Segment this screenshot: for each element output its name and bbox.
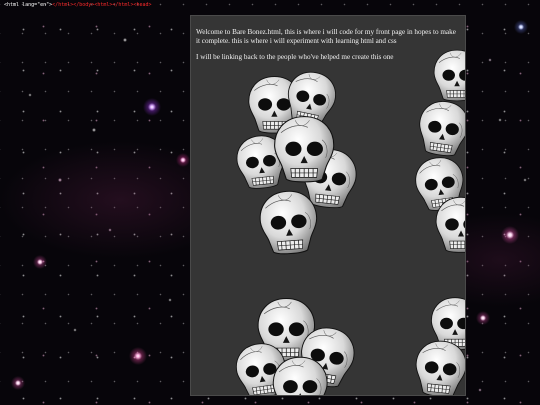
intro-text: Welcome to Bare Bonez.html, this is wher… (196, 28, 458, 69)
content-panel: Welcome to Bare Bonez.html, this is wher… (190, 15, 466, 396)
top-code-line: <html lang="en"></html></body><html></ht… (4, 2, 152, 9)
html-tags-text: </html></body><html></html><head> (52, 2, 152, 8)
intro-paragraph-welcome: Welcome to Bare Bonez.html, this is wher… (196, 28, 456, 45)
html-lang-text: <html lang="en"> (4, 2, 53, 8)
skull-pile-background (232, 49, 465, 395)
intro-paragraph-credits: I will be linking back to the people who… (196, 53, 394, 61)
